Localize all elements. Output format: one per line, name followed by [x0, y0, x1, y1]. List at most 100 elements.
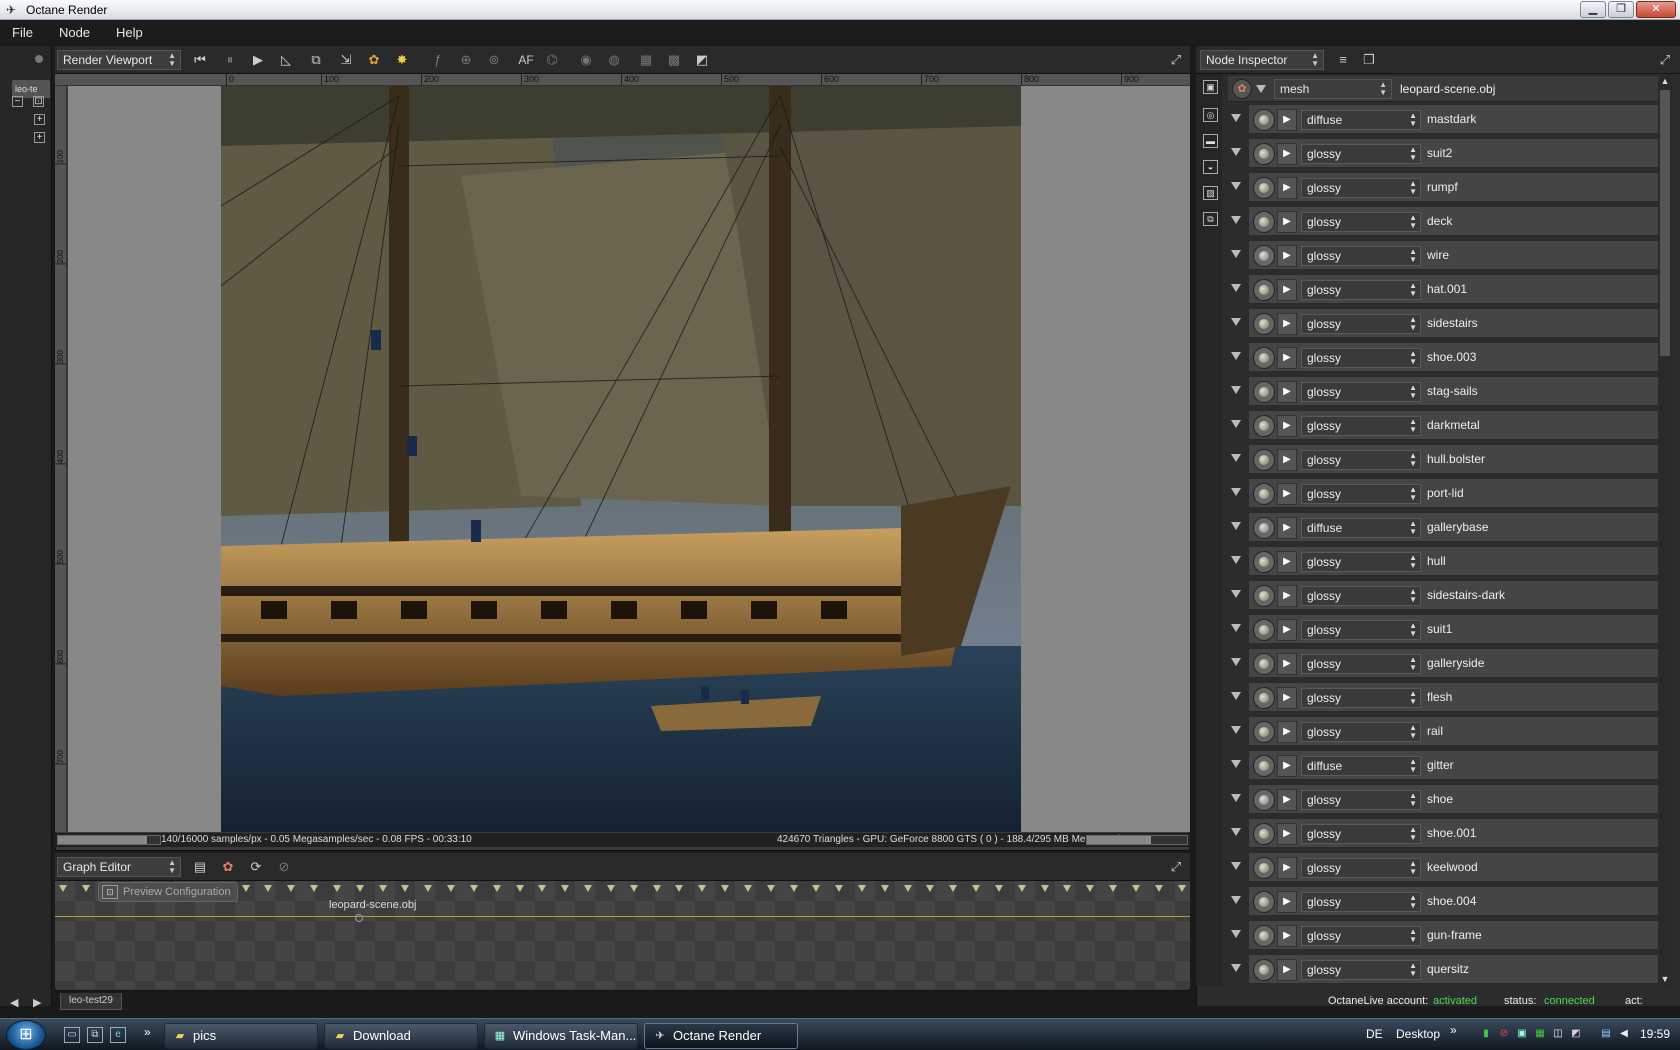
- collapse-triangle-icon[interactable]: [1231, 624, 1241, 632]
- play-icon[interactable]: ▶: [1277, 551, 1297, 573]
- sphere-icon[interactable]: ◉: [577, 51, 595, 69]
- play-icon[interactable]: ▶: [1277, 585, 1297, 607]
- pin-icon[interactable]: [1017, 885, 1026, 892]
- collapse-triangle-icon[interactable]: [1231, 522, 1241, 530]
- play-icon[interactable]: ▶: [1277, 959, 1297, 981]
- material-type-selector[interactable]: glossy ▲ ▼: [1301, 892, 1421, 912]
- material-preview-icon[interactable]: [1253, 313, 1275, 335]
- maximize-button[interactable]: ❐: [1608, 1, 1634, 18]
- pin-icon[interactable]: [835, 885, 844, 892]
- material-preview-icon[interactable]: [1253, 415, 1275, 437]
- material-preview-icon[interactable]: [1253, 823, 1275, 845]
- pin-icon[interactable]: [903, 885, 912, 892]
- material-preview-icon[interactable]: [1253, 551, 1275, 573]
- switch-windows-icon[interactable]: ⧉: [87, 1027, 103, 1043]
- material-row[interactable]: ▶ glossy ▲ ▼ shoe.003: [1231, 342, 1658, 372]
- material-preview-icon[interactable]: [1253, 789, 1275, 811]
- close-button[interactable]: ✕: [1636, 1, 1676, 18]
- pin-icon[interactable]: [812, 885, 821, 892]
- play-icon[interactable]: ▶: [1277, 823, 1297, 845]
- material-preview-icon[interactable]: [1253, 857, 1275, 879]
- collapse-triangle-icon[interactable]: [1231, 420, 1241, 428]
- collapse-triangle-icon[interactable]: [1231, 828, 1241, 836]
- pin-icon[interactable]: [469, 885, 478, 892]
- material-type-selector[interactable]: diffuse ▲ ▼: [1301, 518, 1421, 538]
- collapse-triangle-icon[interactable]: [1231, 760, 1241, 768]
- tab-next-arrow-icon[interactable]: ▶: [33, 996, 41, 1009]
- pin-icon[interactable]: [675, 885, 684, 892]
- save-graph-icon[interactable]: ▤: [191, 858, 209, 876]
- pin-icon[interactable]: [789, 885, 798, 892]
- node-inspector-selector[interactable]: Node Inspector ▲ ▼: [1200, 50, 1324, 70]
- taskbar-button-octane-render[interactable]: ✈ Octane Render: [644, 1023, 798, 1049]
- pin-icon[interactable]: [743, 885, 752, 892]
- collapse-triangle-icon[interactable]: [1231, 556, 1241, 564]
- material-type-selector[interactable]: glossy ▲ ▼: [1301, 688, 1421, 708]
- material-row[interactable]: ▶ glossy ▲ ▼ gun-frame: [1231, 920, 1658, 950]
- material-preview-icon[interactable]: [1253, 925, 1275, 947]
- play-icon[interactable]: ▶: [1277, 143, 1297, 165]
- pin-icon[interactable]: [355, 885, 364, 892]
- start-button[interactable]: ⊞: [6, 1020, 46, 1050]
- pin-icon[interactable]: [1177, 885, 1186, 892]
- network-icon[interactable]: ▮: [1480, 1028, 1492, 1040]
- grid-icon[interactable]: ▦: [637, 51, 655, 69]
- pin-icon[interactable]: [1109, 885, 1118, 892]
- pin-icon[interactable]: [584, 885, 593, 892]
- autofocus-button[interactable]: AF: [515, 51, 537, 69]
- image-icon[interactable]: ▨: [1203, 186, 1218, 200]
- material-type-selector[interactable]: glossy ▲ ▼: [1301, 246, 1421, 266]
- node-icon[interactable]: ⊡: [33, 96, 44, 107]
- material-row[interactable]: ▶ glossy ▲ ▼ hat.001: [1231, 274, 1658, 304]
- material-type-selector[interactable]: glossy ▲ ▼: [1301, 552, 1421, 572]
- play-icon[interactable]: ▶: [1277, 449, 1297, 471]
- material-row[interactable]: ▶ glossy ▲ ▼ suit1: [1231, 614, 1658, 644]
- environment-icon[interactable]: ◒: [1203, 160, 1218, 174]
- play-icon[interactable]: ▶: [1277, 517, 1297, 539]
- render-image[interactable]: [221, 86, 1021, 832]
- scrollbar-thumb[interactable]: [1660, 90, 1670, 356]
- material-row[interactable]: ▶ diffuse ▲ ▼ gallerybase: [1231, 512, 1658, 542]
- collapse-triangle-icon[interactable]: [1231, 148, 1241, 156]
- tab-prev-arrow-icon[interactable]: ◀: [10, 996, 18, 1009]
- scroll-up-icon[interactable]: ▲: [1660, 76, 1670, 86]
- play-icon[interactable]: ▶: [1277, 483, 1297, 505]
- pin-icon[interactable]: [424, 885, 433, 892]
- pin-icon[interactable]: [972, 885, 981, 892]
- material-pick-icon[interactable]: ✿: [365, 51, 383, 69]
- material-type-selector[interactable]: glossy ▲ ▼: [1301, 314, 1421, 334]
- pin-icon[interactable]: [1086, 885, 1095, 892]
- material-row[interactable]: ▶ glossy ▲ ▼ rail: [1231, 716, 1658, 746]
- material-type-selector[interactable]: glossy ▲ ▼: [1301, 178, 1421, 198]
- collapse-triangle-icon[interactable]: [1231, 284, 1241, 292]
- collapse-triangle-icon[interactable]: [1231, 454, 1241, 462]
- maximize-graph-icon[interactable]: ⤢: [1167, 858, 1185, 876]
- collapse-triangle-icon[interactable]: [1231, 794, 1241, 802]
- volume-icon[interactable]: ◀: [1618, 1028, 1630, 1040]
- pin-icon[interactable]: [332, 885, 341, 892]
- material-row[interactable]: ▶ glossy ▲ ▼ galleryside: [1231, 648, 1658, 678]
- camera-icon[interactable]: ◎: [1203, 108, 1218, 122]
- show-desktop-icon[interactable]: ▭: [64, 1027, 80, 1043]
- play-icon[interactable]: ▶: [1277, 755, 1297, 777]
- material-preview-icon[interactable]: [1253, 687, 1275, 709]
- collapse-triangle-icon[interactable]: [1231, 930, 1241, 938]
- add-material-icon[interactable]: ✿: [219, 858, 237, 876]
- material-type-selector[interactable]: diffuse ▲ ▼: [1301, 110, 1421, 130]
- collapse-triangle-icon[interactable]: [1231, 114, 1241, 122]
- pin-icon[interactable]: [652, 885, 661, 892]
- collapse-triangle-icon[interactable]: [1231, 896, 1241, 904]
- collapse-triangle-icon[interactable]: [1231, 658, 1241, 666]
- pin-icon[interactable]: [606, 885, 615, 892]
- pin-icon[interactable]: [401, 885, 410, 892]
- material-type-selector[interactable]: glossy ▲ ▼: [1301, 586, 1421, 606]
- material-row[interactable]: ▶ glossy ▲ ▼ rumpf: [1231, 172, 1658, 202]
- collapse-triangle-icon[interactable]: [1231, 726, 1241, 734]
- material-row[interactable]: ▶ glossy ▲ ▼ suit2: [1231, 138, 1658, 168]
- pin-icon[interactable]: [515, 885, 524, 892]
- checker-icon[interactable]: ▩: [665, 51, 683, 69]
- play-icon[interactable]: ▶: [1277, 177, 1297, 199]
- play-icon[interactable]: ▶: [1277, 925, 1297, 947]
- desktop-toolbar[interactable]: Desktop: [1396, 1027, 1440, 1041]
- app-tray-icon[interactable]: ◫: [1552, 1028, 1564, 1040]
